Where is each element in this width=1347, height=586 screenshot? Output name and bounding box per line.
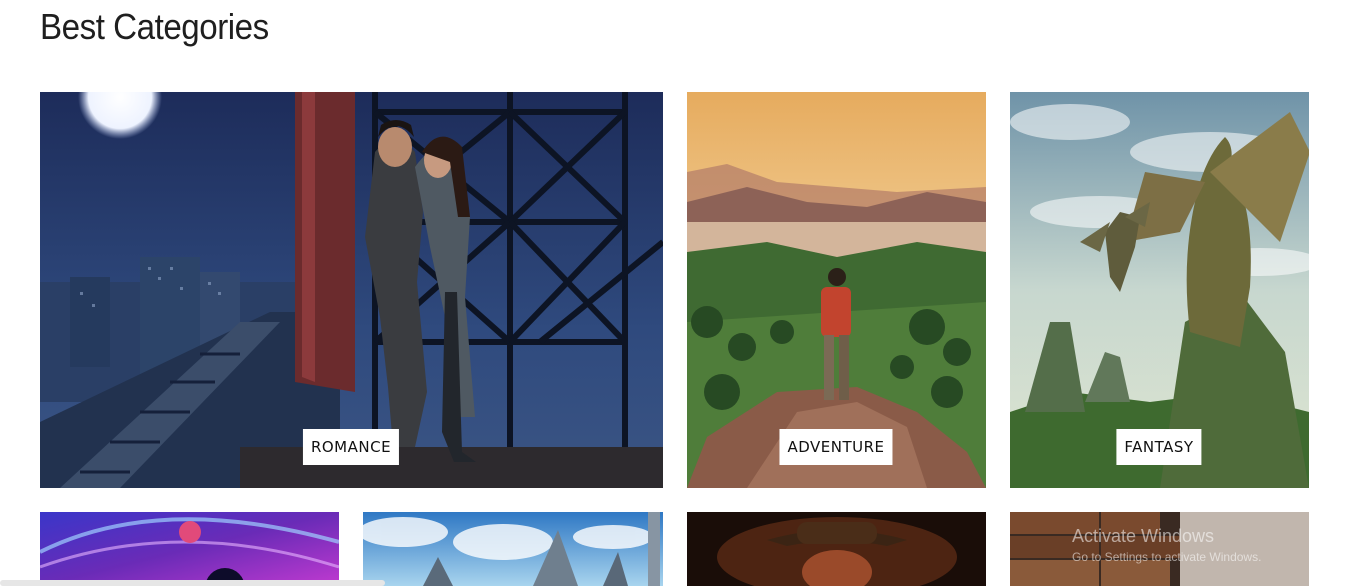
category-card-romance[interactable]: ROMANCE (40, 92, 663, 488)
horizontal-scrollbar[interactable] (0, 580, 385, 586)
books-image (1010, 512, 1309, 586)
windows-watermark-title: Activate Windows (1072, 526, 1215, 546)
category-card-adventure[interactable]: ADVENTURE (687, 92, 986, 488)
category-label-fantasy[interactable]: FANTASY (1116, 429, 1202, 465)
section-title: Best Categories (40, 6, 269, 47)
galaxy-image (40, 512, 339, 586)
scifi-image (363, 512, 663, 586)
western-image (687, 512, 986, 586)
category-card-fantasy[interactable]: FANTASY (1010, 92, 1309, 488)
category-label-adventure[interactable]: ADVENTURE (779, 429, 893, 465)
category-card-scifi[interactable] (363, 512, 663, 586)
category-label-romance[interactable]: ROMANCE (302, 429, 400, 465)
category-card-books[interactable]: Activate Windows Go to Settings to activ… (1010, 512, 1309, 586)
category-card-western[interactable] (687, 512, 986, 586)
windows-watermark-subtitle: Go to Settings to activate Windows. (1072, 550, 1262, 564)
category-card-galaxy[interactable] (40, 512, 339, 586)
